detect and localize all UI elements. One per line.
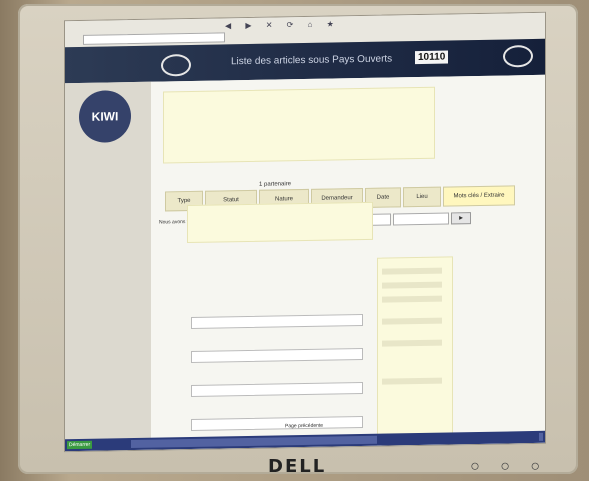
date-field[interactable] [393, 212, 449, 226]
panel-line [382, 377, 442, 385]
taskbar-item[interactable] [323, 435, 377, 445]
info-panel [163, 86, 435, 164]
panel-line [382, 267, 442, 275]
panel-line [382, 295, 442, 303]
kiwi-logo: KIWI [79, 90, 131, 143]
tab-mots-cles[interactable]: Mots clés / Extraire [443, 185, 515, 207]
form-field[interactable] [191, 415, 363, 431]
start-button[interactable]: Démarrer [67, 440, 93, 450]
screen: ◀ ▶ ✕ ⟳ ⌂ ★ Liste des articles sous Pays… [64, 11, 546, 453]
page-code: 10110 [415, 50, 449, 65]
go-button[interactable]: ▶ [451, 212, 471, 225]
results-subtitle: 1 partenaire [259, 181, 292, 188]
address-bar[interactable] [83, 32, 225, 45]
form-field[interactable] [191, 381, 363, 397]
taskbar-clock [539, 432, 543, 441]
taskbar-item[interactable] [175, 438, 219, 448]
monitor-buttons[interactable]: ○ ○ ○ [470, 458, 548, 476]
panel-line [382, 281, 442, 289]
page-title: Liste des articles sous Pays Ouverts [231, 53, 393, 68]
taskbar-item[interactable] [269, 436, 323, 446]
brand-logo-icon [161, 53, 191, 77]
monitor-brand-logo: DELL [268, 456, 327, 477]
panel-line [382, 339, 442, 347]
sidebar: KIWI [65, 81, 152, 452]
panel-line [382, 317, 442, 325]
taskbar-item[interactable] [219, 437, 269, 447]
sidebar-item[interactable] [71, 314, 145, 323]
form-field[interactable] [191, 313, 363, 329]
taskbar-item[interactable] [131, 439, 175, 449]
main-content: 1 partenaire Type Statut Nature Demandeu… [151, 74, 545, 452]
toolbar-icons[interactable]: ◀ ▶ ✕ ⟳ ⌂ ★ [225, 19, 340, 30]
side-panel [377, 256, 453, 452]
bottom-link[interactable]: Page précédente [285, 423, 323, 430]
tab-lieu[interactable]: Lieu [403, 186, 441, 208]
form-field[interactable] [191, 347, 363, 363]
brand-logo-icon-right [503, 45, 533, 68]
results-panel [187, 201, 373, 244]
sidebar-nav [71, 162, 145, 323]
